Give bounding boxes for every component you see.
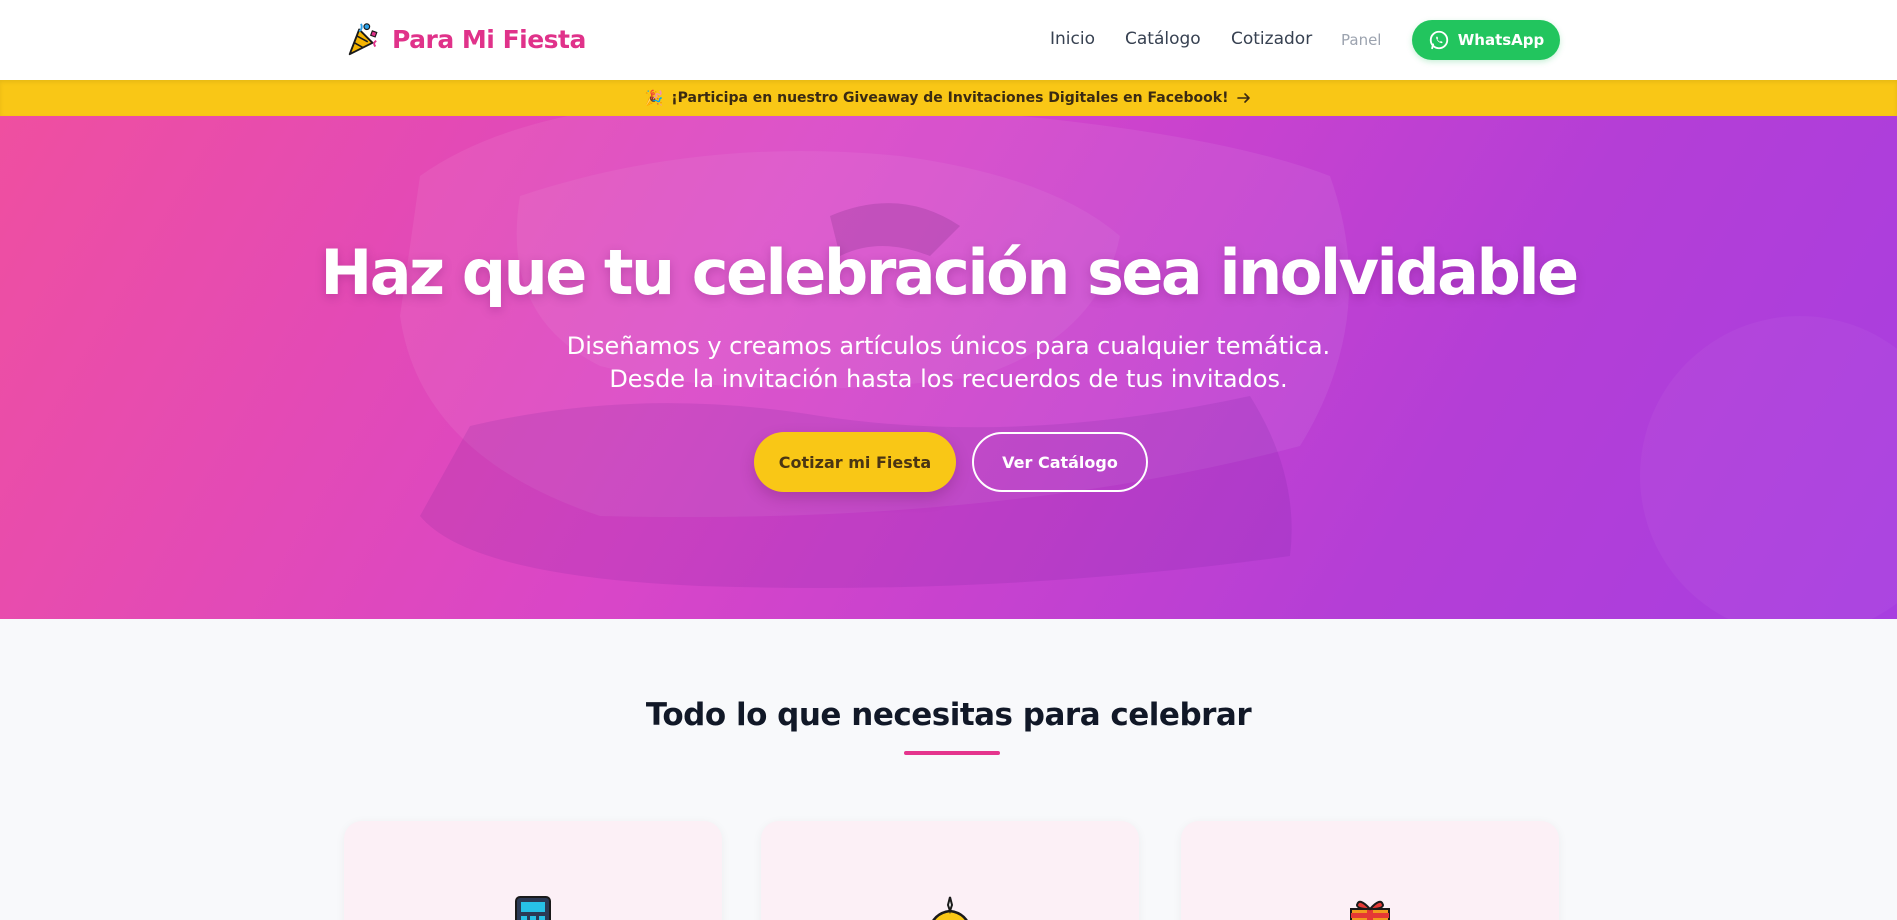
brand-name: Para Mi Fiesta (392, 24, 586, 54)
giveaway-announcement-bar[interactable]: 🎉 ¡Participa en nuestro Giveaway de Invi… (0, 80, 1897, 116)
hero-subtitle-line-2: Desde la invitación hasta los recuerdos … (609, 365, 1288, 393)
whatsapp-icon (1429, 30, 1448, 50)
party-popper-icon (348, 23, 378, 56)
cake-icon (932, 896, 968, 920)
hero-title: Haz que tu celebración sea inolvidable (320, 236, 1579, 309)
feature-card[interactable] (1181, 821, 1559, 920)
announcement-text: ¡Participa en nuestro Giveaway de Invita… (671, 90, 1229, 106)
nav-link-catalogo[interactable]: Catálogo (1125, 29, 1201, 49)
quote-party-button[interactable]: Cotizar mi Fiesta (754, 432, 956, 492)
whatsapp-button[interactable]: WhatsApp (1412, 20, 1560, 60)
whatsapp-label: WhatsApp (1457, 31, 1545, 49)
hero-subtitle-line-1: Diseñamos y creamos artículos únicos par… (566, 332, 1331, 360)
features-section-title: Todo lo que necesitas para celebrar (645, 697, 1252, 733)
hero-section: Haz que tu celebración sea inolvidable D… (0, 116, 1897, 619)
feature-card[interactable] (344, 821, 722, 920)
hero-subtitle: Diseñamos y creamos artículos únicos par… (0, 330, 1897, 396)
nav-link-inicio[interactable]: Inicio (1050, 29, 1095, 49)
site-header: Para Mi Fiesta Inicio Catálogo Cotizador… (0, 0, 1897, 80)
calculator-icon (515, 896, 551, 920)
section-title-underline (904, 751, 1000, 755)
nav-link-cotizador[interactable]: Cotizador (1231, 29, 1312, 49)
arrow-right-icon (1237, 93, 1251, 103)
view-catalog-button[interactable]: Ver Catálogo (972, 432, 1148, 492)
feature-card[interactable] (761, 821, 1139, 920)
nav-link-panel[interactable]: Panel (1341, 31, 1381, 49)
party-popper-icon: 🎉 (644, 89, 664, 107)
gift-icon (1350, 900, 1390, 920)
brand-logo-link[interactable]: Para Mi Fiesta (344, 19, 586, 59)
